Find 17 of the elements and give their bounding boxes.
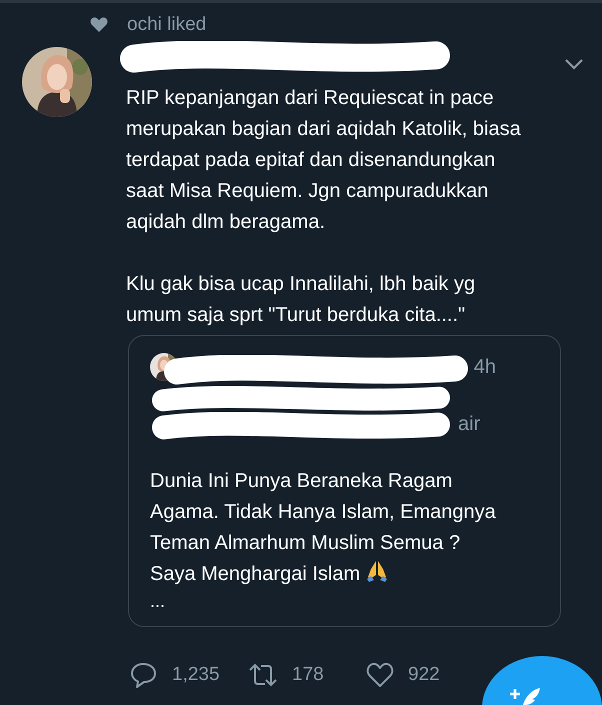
reply-count: 1,235 [172,664,220,686]
retweet-icon[interactable] [248,663,278,687]
plus-feather-icon [508,686,542,705]
tweet-time: 4h [474,356,496,378]
heart-icon[interactable] [366,662,394,688]
praying-hands-icon [366,560,388,582]
more-text: ... [150,590,166,612]
heart-icon [90,17,108,33]
quoted-tweet-text: Dunia Ini Punya Beraneka Ragam Agama. Tidak Hanya Islam, Emangnya Teman Almarhum Muslim Semua ? Saya Menghargai Islam [150,469,497,587]
tweet-text: Klu gak bisa ucap Innalilahi, lbh baik yg umum saja sprt "Turut berduka cita...." [126,272,476,328]
retweet-count: 178 [292,664,324,686]
like-count: 922 [408,664,440,686]
liked-by-text: ochi liked [127,14,206,36]
speech-bubble-icon[interactable] [130,661,158,689]
reply-to-text: air [458,413,480,436]
tweet-text: RIP kepanjangan dari Requiescat in pace merupakan bagian dari aqidah Katolik, biasa terdapat pada epitaf dan disenandungkan saat Misa Requiem. Jgn campuradukkan aqidah dlm beragama. [126,86,522,235]
chevron-down-icon[interactable] [565,59,583,70]
